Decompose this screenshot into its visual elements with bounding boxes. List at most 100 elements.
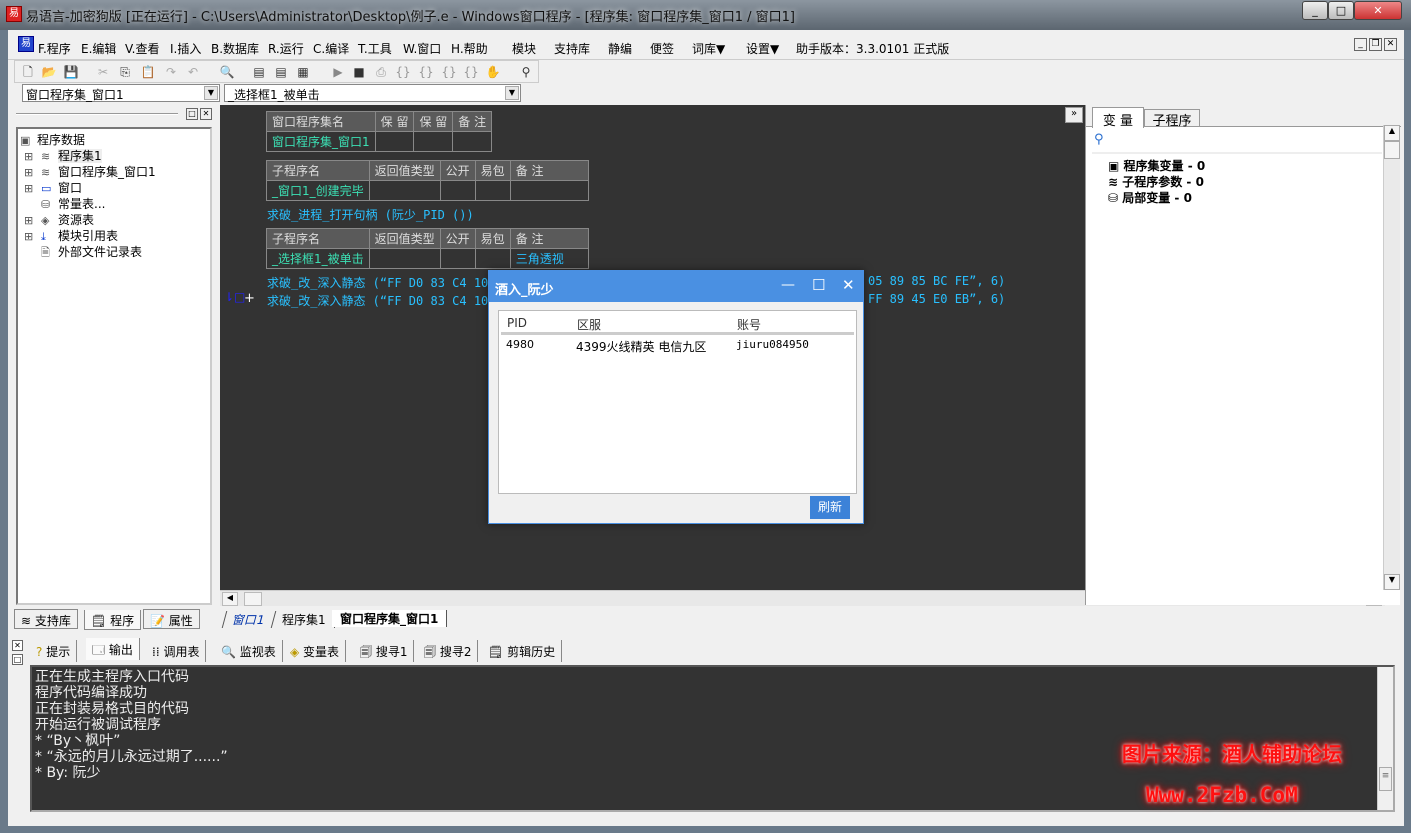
- menu-edit[interactable]: E.编辑: [81, 40, 116, 57]
- tab-clip-history[interactable]: 🗒 剪辑历史: [482, 640, 563, 662]
- mdi-minimize-button[interactable]: _: [1354, 38, 1367, 51]
- tab-subroutines[interactable]: 子程序: [1144, 109, 1200, 129]
- column-header-server[interactable]: 区服: [577, 316, 601, 333]
- menu-database[interactable]: B.数据库: [211, 40, 259, 57]
- tree-item[interactable]: ⊞ ≋ 程序集1: [24, 147, 102, 164]
- menu-settings[interactable]: 设置▼: [746, 40, 779, 57]
- tab-properties[interactable]: 📝 属性: [143, 609, 200, 629]
- panel-close-button[interactable]: ✕: [200, 108, 212, 120]
- chevron-down-icon[interactable]: ▼: [505, 86, 519, 100]
- menu-lexicon[interactable]: 词库▼: [692, 40, 725, 57]
- cell[interactable]: [439, 248, 476, 269]
- assembly-combo[interactable]: 窗口程序集_窗口1 ▼: [22, 84, 220, 102]
- editor-tab-assembly1[interactable]: 程序集1: [274, 611, 335, 628]
- paste-icon[interactable]: 📋: [140, 64, 156, 80]
- copy-icon[interactable]: ⎘: [117, 64, 133, 80]
- tree-item[interactable]: ⊞ ⤓ 模块引用表: [24, 227, 118, 244]
- tree-item[interactable]: ⛁ 常量表...: [24, 195, 105, 212]
- run-icon[interactable]: ▶: [330, 64, 346, 80]
- expand-icon[interactable]: ⊞: [24, 182, 38, 195]
- menu-help[interactable]: H.帮助: [451, 40, 488, 57]
- column-header-pid[interactable]: PID: [507, 316, 527, 330]
- cell[interactable]: [509, 180, 589, 201]
- menu-run[interactable]: R.运行: [268, 40, 304, 57]
- scroll-thumb[interactable]: ≡: [1379, 767, 1392, 791]
- cell[interactable]: [368, 180, 441, 201]
- menu-window[interactable]: W.窗口: [403, 40, 441, 57]
- scroll-down-icon[interactable]: ▼: [1384, 574, 1400, 590]
- dialog-close-button[interactable]: ✕: [842, 276, 855, 294]
- bottom-close-button[interactable]: ✕: [12, 640, 23, 651]
- menu-program[interactable]: F.程序: [38, 40, 71, 57]
- expand-icon[interactable]: ⊞: [24, 230, 38, 243]
- menu-static-compile[interactable]: 静编: [608, 40, 632, 57]
- subroutine-combo[interactable]: _选择框1_被单击 ▼: [224, 84, 521, 102]
- tab-variables[interactable]: 变 量: [1092, 107, 1144, 129]
- variable-search-input[interactable]: ⚲: [1092, 132, 1382, 154]
- tree-item[interactable]: ≋ 子程序参数 - 0: [1108, 173, 1204, 190]
- menu-module[interactable]: 模块: [512, 40, 536, 57]
- tab-search1[interactable]: 🗐 搜寻1: [354, 640, 415, 662]
- find-icon[interactable]: 🔍: [219, 64, 235, 80]
- vertical-scrollbar[interactable]: ▲ ▼: [1383, 125, 1400, 590]
- cell[interactable]: [439, 180, 476, 201]
- tab-output[interactable]: 🗔 输出: [86, 638, 140, 660]
- chevron-down-icon[interactable]: ▼: [204, 86, 218, 100]
- cell[interactable]: 三角透视: [509, 248, 589, 269]
- editor-tab-window1[interactable]: 窗口1: [221, 611, 276, 628]
- mdi-close-button[interactable]: ✕: [1384, 38, 1397, 51]
- cell[interactable]: 窗口程序集_窗口1: [266, 131, 376, 152]
- minimize-button[interactable]: _: [1302, 1, 1328, 20]
- code-line-tail[interactable]: FF 89 45 E0 EB”, 6): [868, 292, 1005, 306]
- scroll-thumb[interactable]: [1384, 141, 1400, 159]
- code-line[interactable]: 求破_进程_打开句柄 (阮少_PID ()): [267, 206, 474, 223]
- close-button[interactable]: ✕: [1354, 1, 1402, 20]
- scroll-up-icon[interactable]: ▲: [1384, 125, 1400, 141]
- cell[interactable]: [452, 131, 493, 152]
- menu-tools[interactable]: T.工具: [358, 40, 392, 57]
- cell[interactable]: _选择框1_被单击: [266, 248, 370, 269]
- tree-item[interactable]: ⛁ 局部变量 - 0: [1108, 189, 1192, 206]
- cell[interactable]: [413, 131, 454, 152]
- undo-icon[interactable]: ↶: [185, 64, 201, 80]
- scroll-thumb[interactable]: [244, 592, 262, 606]
- cut-icon[interactable]: ✂: [95, 64, 111, 80]
- dialog-maximize-button[interactable]: ☐: [812, 276, 825, 294]
- tab-hints[interactable]: ? 提示: [30, 640, 78, 662]
- redo-icon[interactable]: ↷: [163, 64, 179, 80]
- tab-search2[interactable]: 🗐 搜寻2: [418, 640, 479, 662]
- maximize-button[interactable]: □: [1328, 1, 1354, 20]
- step-into-icon[interactable]: {}: [395, 64, 411, 80]
- step-icon[interactable]: ⎙: [373, 64, 389, 80]
- expand-panel-button[interactable]: »: [1065, 107, 1083, 123]
- layout1-icon[interactable]: ▤: [251, 64, 267, 80]
- tab-program[interactable]: 🗒 程序: [84, 610, 142, 630]
- cell[interactable]: [374, 131, 415, 152]
- panel-float-button[interactable]: □: [186, 108, 198, 120]
- mdi-restore-button[interactable]: ❐: [1369, 38, 1382, 51]
- bottom-float-button[interactable]: □: [12, 654, 23, 665]
- tree-root[interactable]: ▣ 程序数据: [20, 131, 85, 148]
- tab-variables-table[interactable]: ◈ 变量表: [284, 640, 347, 662]
- cell[interactable]: _窗口1_创建完毕: [266, 180, 370, 201]
- binoculars-icon[interactable]: ⚲: [518, 64, 534, 80]
- layout2-icon[interactable]: ▤: [273, 64, 289, 80]
- layout3-icon[interactable]: ▦: [295, 64, 311, 80]
- step-out-icon[interactable]: {}: [441, 64, 457, 80]
- editor-tab-window-assembly[interactable]: 窗口程序集_窗口1: [332, 610, 448, 627]
- output-scrollbar[interactable]: ≡: [1377, 667, 1393, 810]
- scroll-left-icon[interactable]: ◀: [222, 592, 238, 606]
- hand-icon[interactable]: ✋: [485, 64, 501, 80]
- open-folder-icon[interactable]: 📂: [41, 64, 57, 80]
- code-line[interactable]: 求破_改_深入静态 (“FF D0 83 C4 10 8E: [267, 292, 510, 309]
- menu-notes[interactable]: 便签: [650, 40, 674, 57]
- account-list[interactable]: PID 区服 账号 4980 4399火线精英 电信九区 jiuru084950: [498, 310, 857, 494]
- cell[interactable]: [368, 248, 441, 269]
- tab-call-stack[interactable]: ⁞⁞ 调用表: [146, 640, 207, 662]
- menu-view[interactable]: V.查看: [125, 40, 159, 57]
- tab-support-lib[interactable]: ≋ 支持库: [14, 609, 78, 629]
- new-file-icon[interactable]: 🗋: [20, 64, 36, 80]
- tree-item[interactable]: ⊞ ◈ 资源表: [24, 211, 94, 228]
- run-to-cursor-icon[interactable]: {}: [463, 64, 479, 80]
- tab-watch[interactable]: 🔍 监视表: [215, 640, 283, 662]
